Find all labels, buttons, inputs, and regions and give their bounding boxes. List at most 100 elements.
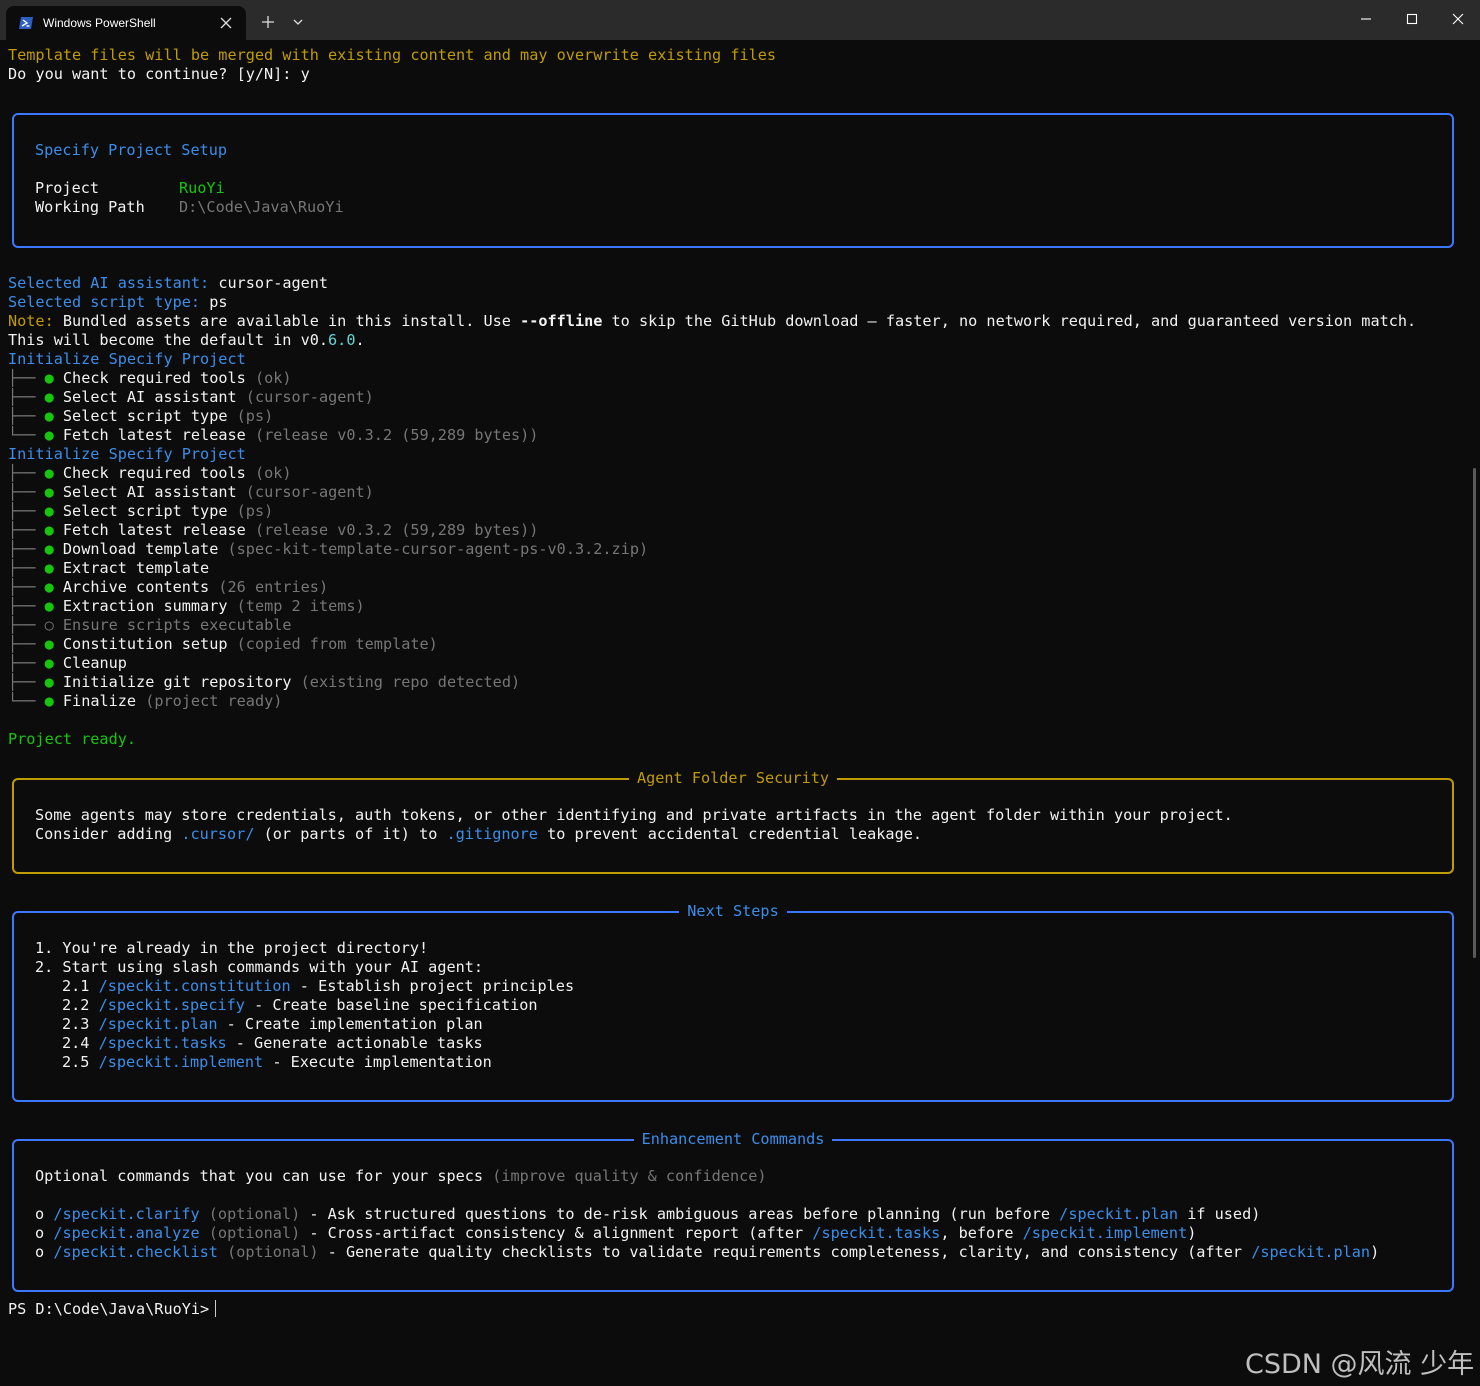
next-step-command: 2.3 /speckit.plan - Create implementatio… — [62, 1015, 483, 1034]
analyze-desc: - Cross-artifact consistency & alignment… — [309, 1224, 804, 1242]
tree-item-label: Select AI assistant — [62, 483, 237, 501]
command-number: 2.1 — [62, 977, 90, 995]
tree-item: ├── ● Extraction summary (temp 2 items) — [8, 597, 365, 616]
tree-item-detail: (temp 2 items) — [236, 597, 365, 615]
enhancement-intro: Optional commands that you can use for y… — [35, 1167, 767, 1186]
tree-branch: ├── — [8, 654, 36, 672]
tree-item-label: Initialize git repository — [62, 673, 292, 691]
tree-item-detail: (cursor-agent) — [245, 388, 374, 406]
tree-branch: ├── — [8, 369, 36, 387]
command-description: - Establish project principles — [299, 977, 575, 995]
clarify-command: /speckit.clarify — [53, 1205, 200, 1223]
text-cursor — [215, 1300, 217, 1317]
tree-item-detail: (ok) — [254, 369, 292, 387]
analyze-mid: , before — [940, 1224, 1014, 1242]
tree2-header: Initialize Specify Project — [8, 445, 246, 463]
chevron-down-icon[interactable] — [290, 14, 306, 30]
done-dot-icon: ● — [44, 540, 54, 558]
default-note-version: 6.0 — [328, 331, 356, 349]
command-number: 2.3 — [62, 1015, 90, 1033]
tree-branch: ├── — [8, 483, 36, 501]
close-icon[interactable] — [217, 14, 235, 32]
tree-item-label: Download template — [62, 540, 219, 558]
shell-prompt[interactable]: PS D:\Code\Java\RuoYi> — [8, 1300, 217, 1319]
security-line2-post: to prevent accidental credential leakage… — [547, 825, 922, 843]
tree-item-detail: (ps) — [236, 407, 274, 425]
clarify-ref: /speckit.plan — [1059, 1205, 1179, 1223]
tree-item: ├── ● Select AI assistant (cursor-agent) — [8, 388, 374, 407]
checklist-command: /speckit.checklist — [53, 1243, 218, 1261]
tree-branch: ├── — [8, 540, 36, 558]
selected-script-value: ps — [209, 293, 228, 311]
setup-panel — [12, 113, 1454, 248]
security-panel-title: Agent Folder Security — [628, 769, 838, 787]
gitignore-file: .gitignore — [446, 825, 538, 843]
tree-branch: └── — [8, 426, 36, 444]
note-text-pre: Bundled assets are available in this ins… — [62, 312, 511, 330]
tree-item: ├── ● Constitution setup (copied from te… — [8, 635, 438, 654]
tree-item-label: Check required tools — [62, 464, 246, 482]
done-dot-icon: ● — [44, 369, 54, 387]
tree-item: ├── ● Select script type (ps) — [8, 407, 273, 426]
done-dot-icon: ● — [44, 692, 54, 710]
tree-branch: ├── — [8, 464, 36, 482]
tree-item-label: Extraction summary — [62, 597, 228, 615]
selected-script-label: Selected script type: — [8, 293, 201, 311]
note-text-post: to skip the GitHub download — faster, no… — [611, 312, 1417, 330]
tree-item-label: Fetch latest release — [62, 426, 246, 444]
command-description: - Generate actionable tasks — [235, 1034, 483, 1052]
next-step-2: 2. Start using slash commands with your … — [35, 958, 484, 976]
done-dot-icon: ● — [44, 483, 54, 501]
command-number: 2.2 — [62, 996, 90, 1014]
done-dot-icon: ● — [44, 464, 54, 482]
tree-item-label: Extract template — [62, 559, 210, 577]
slash-command: /speckit.specify — [98, 996, 245, 1014]
tree-branch: ├── — [8, 521, 36, 539]
done-dot-icon: ● — [44, 578, 54, 596]
enhancement-item-clarify: o /speckit.clarify (optional) - Ask stru… — [35, 1205, 1260, 1224]
note-label: Note: — [8, 312, 54, 330]
enhancement-item-checklist: o /speckit.checklist (optional) - Genera… — [35, 1243, 1379, 1262]
tree-item-detail: (cursor-agent) — [245, 483, 374, 501]
tree-item: └── ● Fetch latest release (release v0.3… — [8, 426, 538, 445]
enhancement-intro-text: Optional commands that you can use for y… — [35, 1167, 484, 1185]
tree-item: ├── ● Download template (spec-kit-templa… — [8, 540, 648, 559]
done-dot-icon: ● — [44, 654, 54, 672]
tree-branch: ├── — [8, 616, 36, 634]
minimize-icon[interactable] — [1355, 10, 1377, 28]
tree-item: ├── ○ Ensure scripts executable — [8, 616, 292, 635]
bullet: o — [35, 1243, 45, 1261]
tree-item-detail: (ok) — [254, 464, 292, 482]
tree-branch: ├── — [8, 597, 36, 615]
done-dot-icon: ● — [44, 521, 54, 539]
close-icon[interactable] — [1447, 10, 1469, 28]
plus-icon[interactable] — [258, 12, 278, 32]
enhancement-title: Enhancement Commands — [633, 1130, 833, 1148]
done-dot-icon: ● — [44, 635, 54, 653]
selected-ai-label: Selected AI assistant: — [8, 274, 210, 292]
merge-warning: Template files will be merged with exist… — [8, 46, 777, 64]
command-description: - Create implementation plan — [226, 1015, 483, 1033]
done-dot-icon: ● — [44, 407, 54, 425]
scrollbar[interactable] — [1473, 468, 1476, 958]
tree-branch: ├── — [8, 502, 36, 520]
tab-title: Windows PowerShell — [43, 16, 156, 30]
enhancement-intro-detail: (improve quality & confidence) — [492, 1167, 767, 1185]
terminal-output[interactable]: Template files will be merged with exist… — [0, 40, 1465, 1386]
tree-item: ├── ● Check required tools (ok) — [8, 464, 292, 483]
tree-item: └── ● Finalize (project ready) — [8, 692, 282, 711]
default-note-line: This will become the default in v0.6.0. — [8, 331, 365, 350]
tree-item: ├── ● Extract template — [8, 559, 209, 578]
default-note-pre: This will become the default in v0. — [8, 331, 329, 349]
selected-ai-value: cursor-agent — [218, 274, 329, 292]
prompt-text: PS D:\Code\Java\RuoYi> — [8, 1300, 210, 1318]
tree-item-detail: (release v0.3.2 (59,289 bytes)) — [254, 426, 539, 444]
cursor-folder: .cursor/ — [181, 825, 255, 843]
tree-branch: ├── — [8, 559, 36, 577]
checklist-desc: - Generate quality checklists to validat… — [327, 1243, 1243, 1261]
done-dot-icon: ● — [44, 559, 54, 577]
bullet: o — [35, 1205, 45, 1223]
maximize-icon[interactable] — [1401, 10, 1423, 28]
analyze-command: /speckit.analyze — [53, 1224, 200, 1242]
tab-powershell[interactable]: Windows PowerShell — [6, 6, 246, 40]
